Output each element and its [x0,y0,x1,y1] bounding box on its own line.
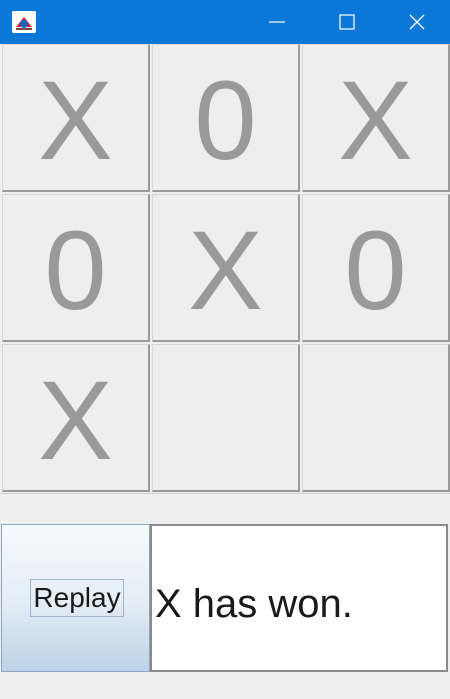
cell-mark: 0 [44,207,107,333]
board-cell-2[interactable]: 0 [152,44,300,192]
game-board: X 0 X 0 X 0 X [2,44,450,494]
cell-mark: X [188,207,263,333]
close-button[interactable] [382,0,450,44]
cell-mark: X [38,357,113,483]
cell-mark: 0 [194,57,257,183]
replay-button[interactable]: Replay [30,579,124,617]
cell-mark: X [38,57,113,183]
board-cell-8[interactable] [152,344,300,492]
java-app-icon[interactable] [12,11,36,33]
title-bar[interactable] [0,0,450,44]
status-message: X has won. [155,582,353,626]
app-window: X 0 X 0 X 0 X Replay X has won. [0,0,450,699]
minimize-icon [269,21,285,23]
board-cell-6[interactable]: 0 [302,194,450,342]
cell-mark: 0 [344,207,407,333]
bottom-spacer [0,674,450,699]
status-display: X has won. [150,524,448,672]
replay-panel: Replay [1,524,150,672]
control-panel: Replay X has won. [0,524,450,674]
maximize-icon [339,14,355,30]
board-cell-3[interactable]: X [302,44,450,192]
board-cell-9[interactable] [302,344,450,492]
minimize-button[interactable] [242,0,312,44]
close-icon [409,14,425,30]
board-cell-1[interactable]: X [2,44,150,192]
cell-mark: X [338,57,413,183]
board-cell-5[interactable]: X [152,194,300,342]
maximize-button[interactable] [312,0,382,44]
board-cell-4[interactable]: 0 [2,194,150,342]
spacer-panel [0,493,450,525]
board-cell-7[interactable]: X [2,344,150,492]
